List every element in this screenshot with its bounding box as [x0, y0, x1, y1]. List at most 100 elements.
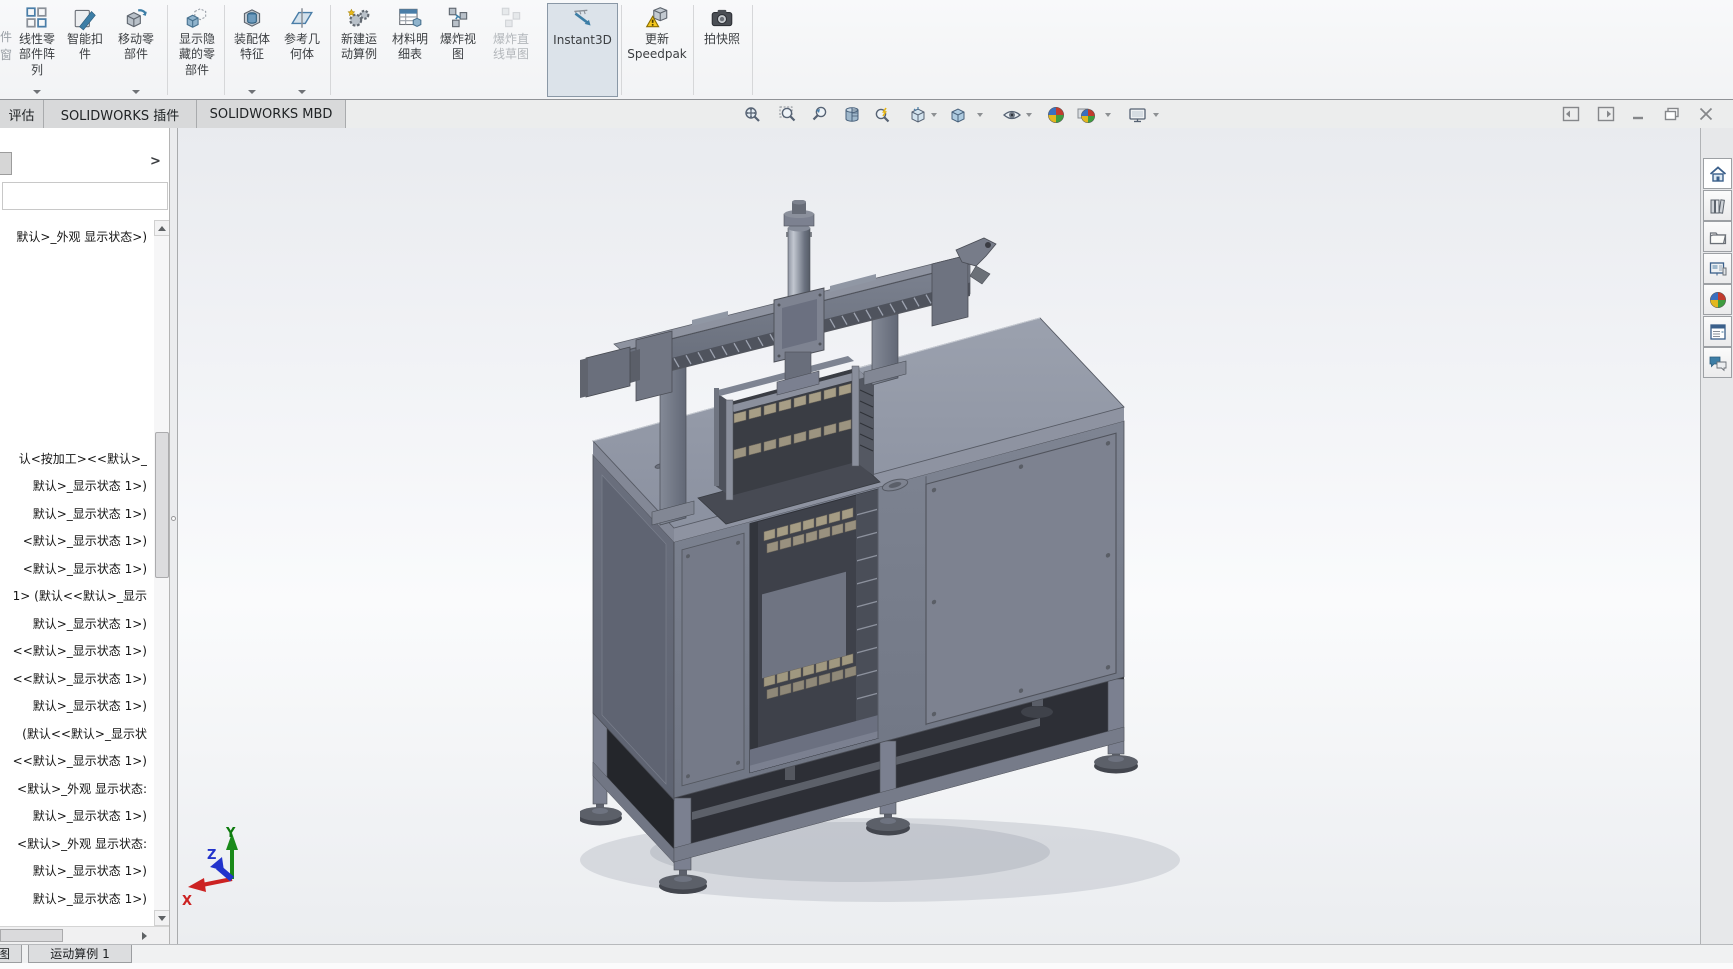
status-bar: [0, 963, 1733, 969]
ribbon-divider: [224, 5, 225, 95]
close-button[interactable]: [1697, 106, 1715, 122]
design-library-button[interactable]: [1703, 190, 1732, 221]
feature-tree-item[interactable]: 默认>_显示状态 1>): [0, 807, 147, 823]
button-label: 移动零 部件: [118, 32, 154, 63]
collapse-left-pane-button[interactable]: [1562, 106, 1580, 122]
reference-geometry-button[interactable]: 参考几 何体: [278, 3, 326, 97]
triad-z-label: Z: [207, 848, 216, 863]
feature-tree-item[interactable]: 默认>_显示状态 1>): [0, 697, 147, 713]
smart-fastener-icon: [72, 5, 98, 31]
view-orientation-caret-icon[interactable]: [931, 113, 937, 117]
bill-of-materials-button[interactable]: 材料明 细表: [386, 3, 434, 97]
tab-solidworks-mbd[interactable]: SOLIDWORKS MBD: [197, 100, 346, 128]
exploded-view-button[interactable]: 爆炸视 图: [436, 3, 480, 97]
view-settings-button[interactable]: [1128, 105, 1148, 125]
feature-tree-item[interactable]: 认<按加工><<默认>_: [0, 450, 147, 466]
tree-scroll-right-button[interactable]: [136, 928, 152, 943]
feature-tree-item[interactable]: <默认>_显示状态 1>): [0, 560, 147, 576]
assembly-features-button[interactable]: 装配体 特征: [228, 3, 276, 97]
feature-tree-item[interactable]: 1> (默认<<默认>_显示: [0, 587, 147, 603]
forum-button[interactable]: [1703, 347, 1732, 378]
feature-tree-item[interactable]: <默认>_显示状态 1>): [0, 532, 147, 548]
smart-fastener-button[interactable]: 智能扣 件: [64, 3, 106, 97]
feature-tree-item[interactable]: <默认>_外观 显示状态:: [0, 780, 147, 796]
clipped-label-fragment: 窗: [0, 48, 12, 62]
clipped-ribbon-button[interactable]: 件 窗: [0, 28, 12, 64]
ribbon-toolbar: 件 窗 线性零 部件阵 列 智能扣 件 移动零 部件 显示隐 藏的零 部件 装配…: [0, 0, 1733, 100]
feature-tree-item[interactable]: (默认<<默认>_显示状: [0, 725, 147, 741]
tree-scrollbar-thumb[interactable]: [155, 432, 169, 578]
tree-horizontal-scrollbar[interactable]: [0, 926, 169, 944]
display-style-caret-icon[interactable]: [977, 113, 983, 117]
tree-filter-box[interactable]: [2, 182, 168, 210]
panel-splitter[interactable]: [170, 128, 178, 944]
restore-button[interactable]: [1663, 106, 1681, 122]
file-explorer-button[interactable]: [1703, 221, 1732, 252]
expand-panel-chevron-icon[interactable]: >: [150, 154, 161, 169]
feature-tree-item[interactable]: 默认>_显示状态 1>): [0, 505, 147, 521]
update-speedpak-button[interactable]: 更新 Speedpak: [624, 3, 690, 97]
tab-evaluate[interactable]: 评估: [0, 100, 44, 128]
solidworks-resources-button[interactable]: [1703, 158, 1732, 189]
linear-component-pattern-button[interactable]: 线性零 部件阵 列: [12, 3, 62, 97]
tab-solidworks-addins[interactable]: SOLIDWORKS 插件: [44, 100, 197, 128]
feature-tree-item[interactable]: 默认>_显示状态 1>): [0, 615, 147, 631]
apply-scene-button[interactable]: [1076, 105, 1096, 125]
new-motion-study-button[interactable]: 新建运 动算例: [334, 3, 384, 97]
minimize-button[interactable]: [1630, 106, 1648, 122]
appearances-scenes-button[interactable]: [1703, 284, 1732, 315]
button-label: 更新 Speedpak: [627, 32, 687, 63]
zoom-to-fit-button[interactable]: [743, 105, 763, 125]
view-palette-button[interactable]: [1703, 253, 1732, 284]
show-hidden-components-button[interactable]: 显示隐 藏的零 部件: [171, 3, 223, 97]
arrow-up-icon: [158, 226, 166, 231]
feature-tree-item[interactable]: 默认>_外观 显示状态>): [0, 228, 147, 244]
tab-motion-study-1[interactable]: 运动算例 1: [28, 945, 132, 963]
move-component-button[interactable]: 移动零 部件: [110, 3, 162, 97]
exploded-line-sketch-icon: [498, 5, 524, 31]
take-snapshot-button[interactable]: 拍快照: [697, 3, 747, 97]
feature-tree-item[interactable]: 默认>_显示状态 1>): [0, 890, 147, 906]
model-3d[interactable]: [580, 200, 1320, 920]
splitter-grip-icon[interactable]: [171, 516, 176, 521]
feature-tree-item[interactable]: <<默认>_显示状态 1>): [0, 752, 147, 768]
view-palette-icon: [1708, 259, 1728, 279]
clipped-label-fragment: 件: [0, 30, 12, 44]
feature-tree-item[interactable]: <默认>_外观 显示状态:: [0, 835, 147, 851]
tree-scroll-down-button[interactable]: [154, 910, 170, 926]
hide-show-items-button[interactable]: [1002, 105, 1022, 125]
button-label: Instant3D: [553, 33, 612, 48]
feature-tree-item[interactable]: <<默认>_显示状态 1>): [0, 670, 147, 686]
section-view-button[interactable]: [842, 105, 862, 125]
exploded-view-icon: [445, 5, 471, 31]
custom-properties-button[interactable]: [1703, 316, 1732, 347]
dynamic-annotation-view-button[interactable]: [873, 105, 893, 125]
feature-tree-item[interactable]: 默认>_显示状态 1>): [0, 862, 147, 878]
zoom-to-area-button[interactable]: [778, 105, 798, 125]
edit-appearance-button[interactable]: [1046, 105, 1066, 125]
feature-manager-tab-stub[interactable]: [0, 152, 12, 175]
ribbon-divider: [621, 5, 622, 95]
chat-bubbles-icon: [1708, 353, 1728, 373]
arrow-right-icon: [142, 932, 147, 940]
tree-hscrollbar-thumb[interactable]: [0, 929, 63, 942]
tree-scroll-up-button[interactable]: [154, 220, 170, 236]
view-settings-caret-icon[interactable]: [1153, 113, 1159, 117]
hide-show-items-caret-icon[interactable]: [1026, 113, 1032, 117]
expand-right-pane-button[interactable]: [1597, 106, 1615, 122]
feature-tree-item[interactable]: 默认>_显示状态 1>): [0, 477, 147, 493]
instant3d-button[interactable]: Instant3D: [547, 3, 618, 97]
tab-model-view[interactable]: 图: [0, 945, 22, 963]
folder-icon: [1708, 227, 1728, 247]
graphics-viewport[interactable]: Y Z X: [178, 128, 1700, 944]
move-component-icon: [123, 5, 149, 31]
view-orientation-button[interactable]: [908, 105, 928, 125]
feature-tree-item[interactable]: <<默认>_显示状态 1>): [0, 642, 147, 658]
previous-view-button[interactable]: [810, 105, 830, 125]
button-label: 拍快照: [704, 32, 740, 47]
button-label: 装配体 特征: [234, 32, 270, 63]
display-style-button[interactable]: [948, 105, 968, 125]
motion-study-icon: [346, 5, 372, 31]
apply-scene-caret-icon[interactable]: [1105, 113, 1111, 117]
appearance-sphere-icon: [1708, 290, 1728, 310]
